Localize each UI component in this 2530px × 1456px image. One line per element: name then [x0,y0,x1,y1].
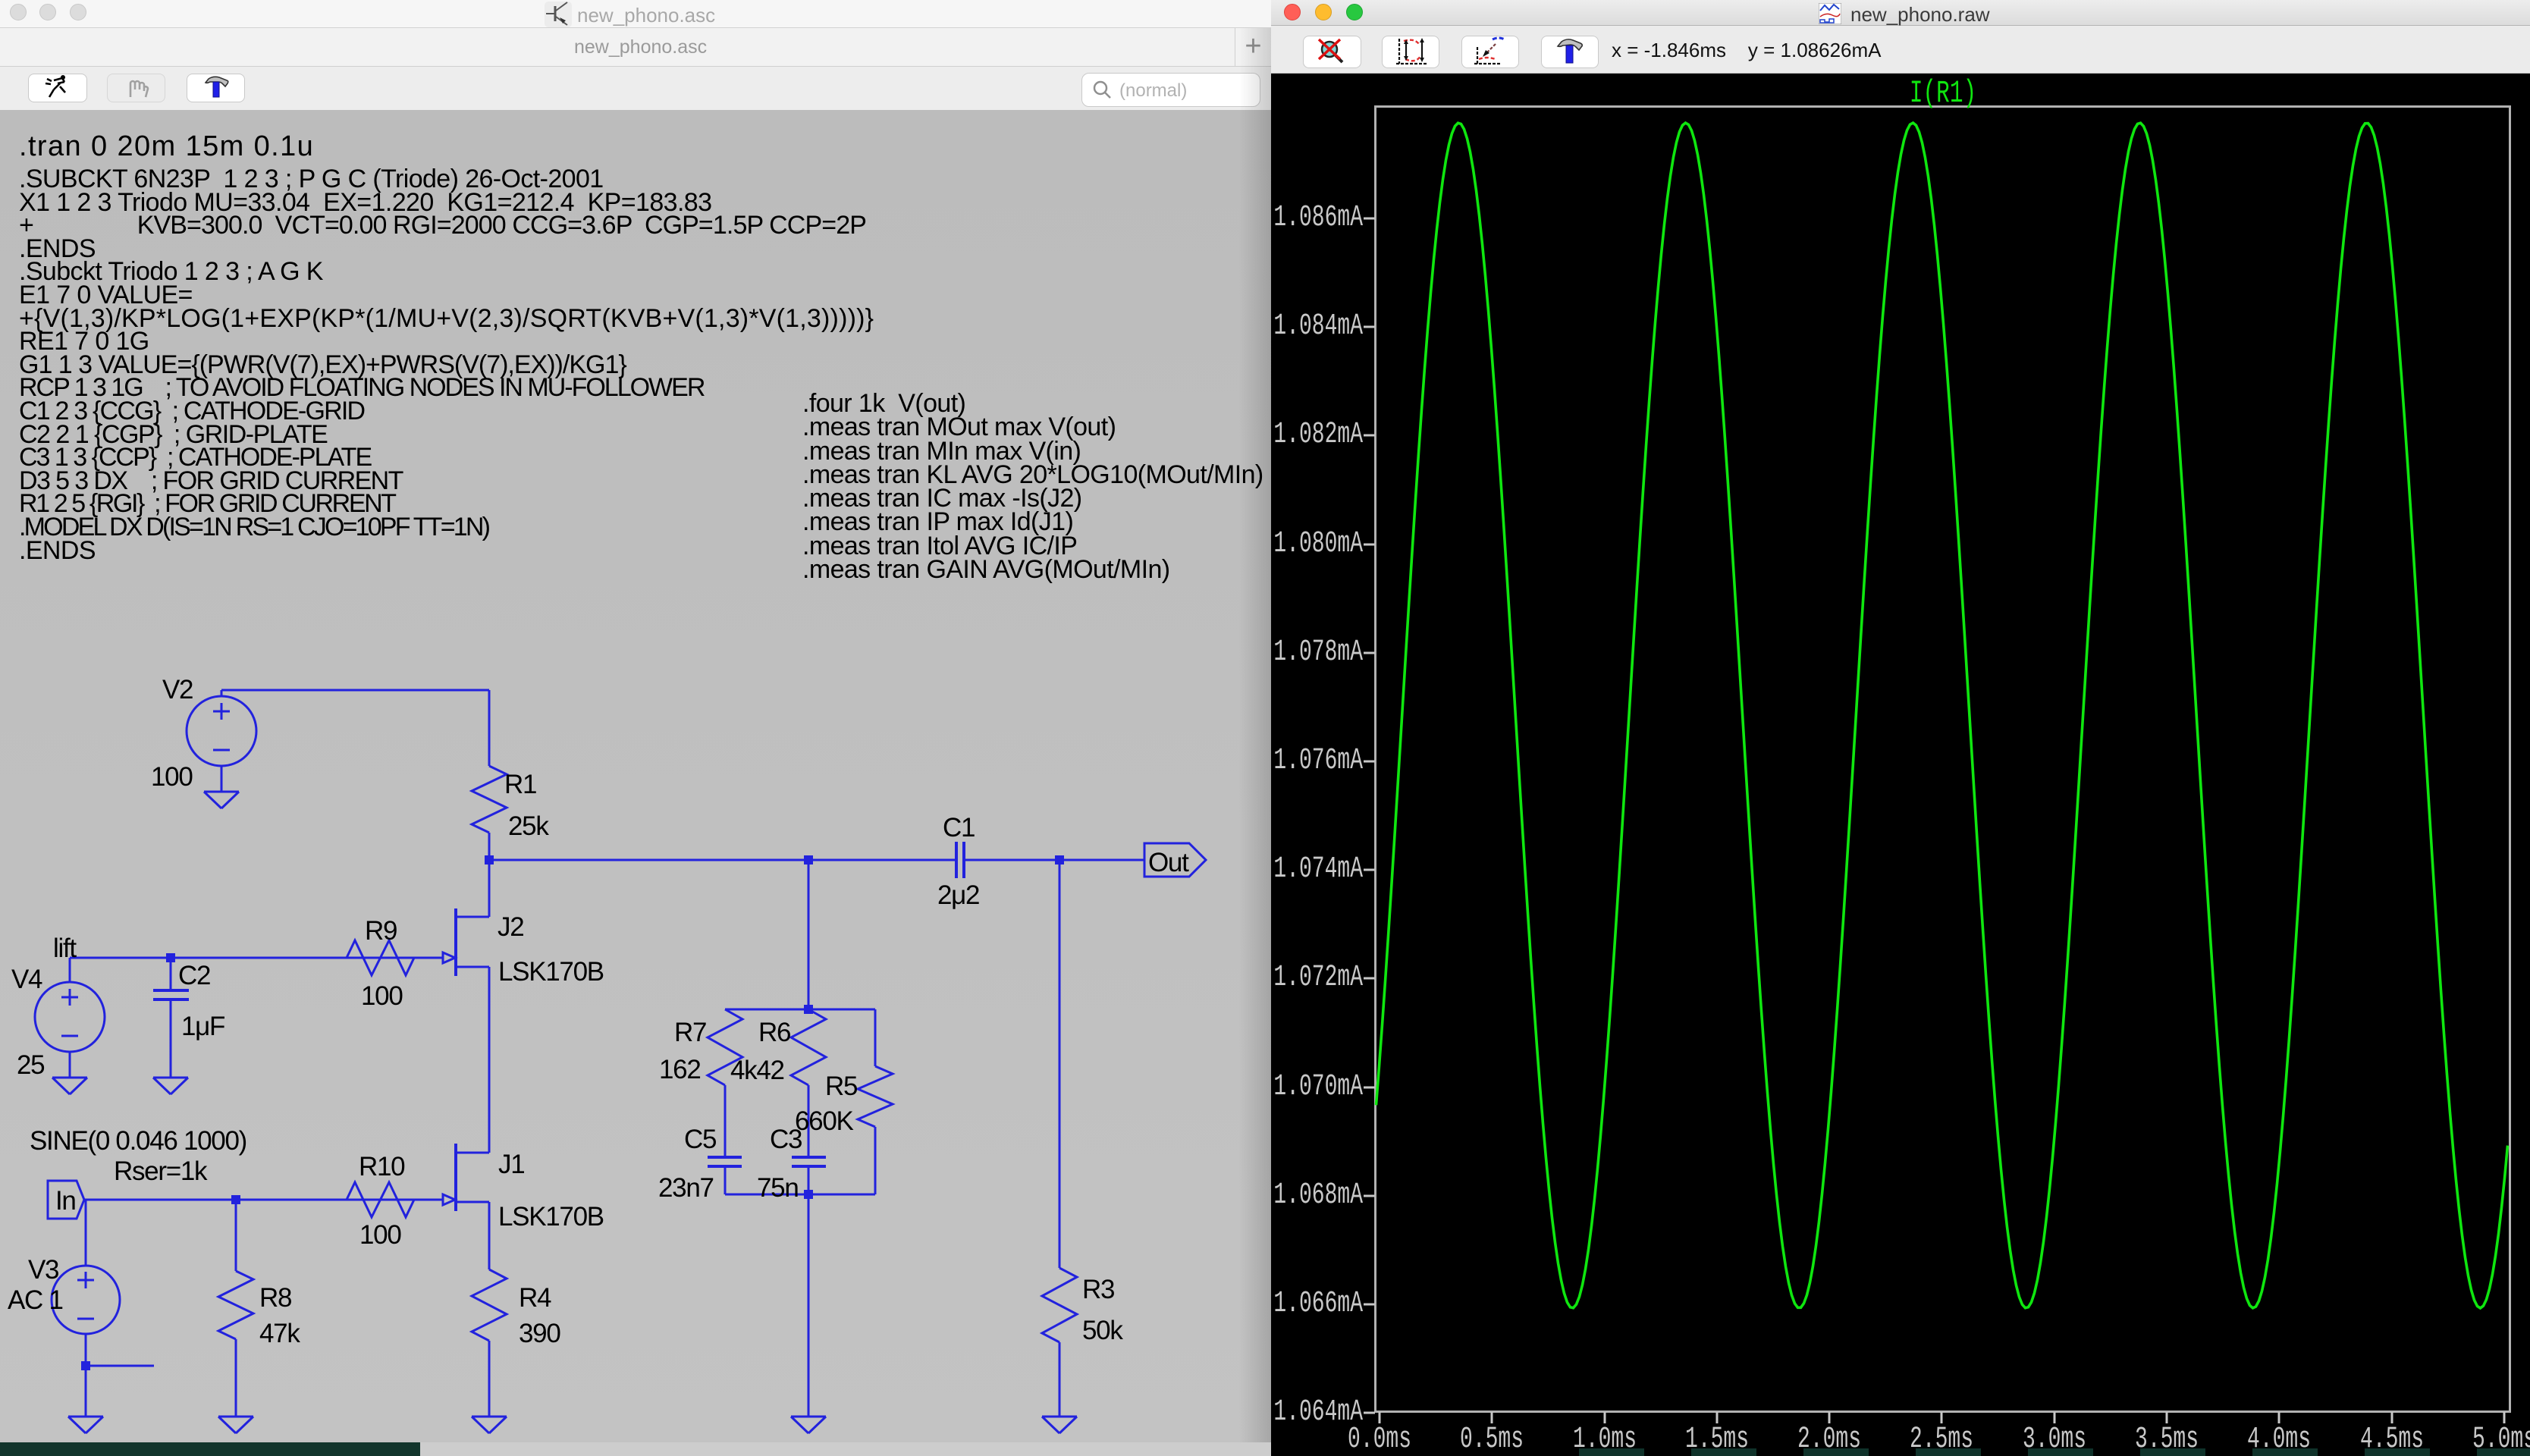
svg-text:1.084mA: 1.084mA [1273,309,1363,344]
svg-text:1.086mA: 1.086mA [1273,201,1363,235]
svg-text:1.068mA: 1.068mA [1273,1178,1363,1213]
svg-text:I(R1): I(R1) [1910,75,1976,111]
svg-text:1.072mA: 1.072mA [1273,961,1363,995]
svg-text:1.074mA: 1.074mA [1273,852,1363,886]
svg-text:0.5ms: 0.5ms [1460,1423,1524,1456]
svg-text:1.070mA: 1.070mA [1273,1070,1363,1104]
svg-text:1.076mA: 1.076mA [1273,744,1363,778]
svg-text:1.080mA: 1.080mA [1273,527,1363,561]
svg-text:1.082mA: 1.082mA [1273,418,1363,452]
svg-text:1.066mA: 1.066mA [1273,1287,1363,1321]
svg-text:0.0ms: 0.0ms [1348,1423,1411,1456]
svg-text:1.078mA: 1.078mA [1273,635,1363,670]
